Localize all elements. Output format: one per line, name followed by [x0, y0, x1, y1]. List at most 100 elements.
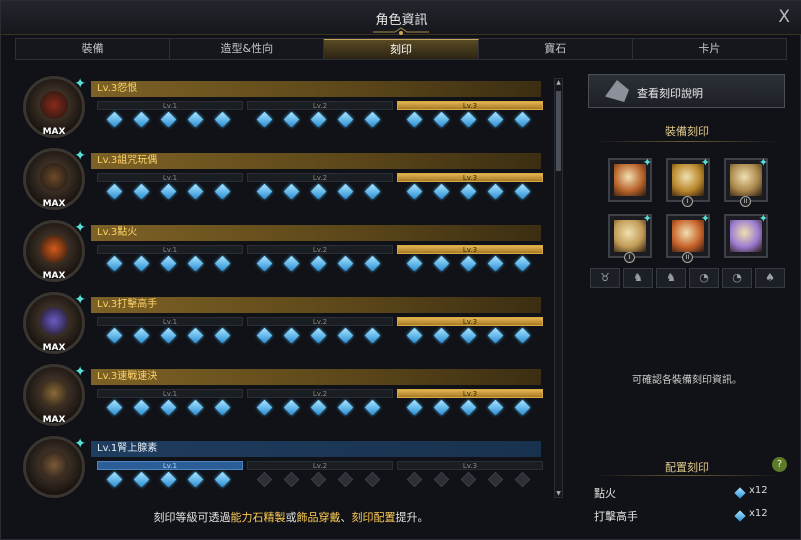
sparkle-icon: ✦ — [74, 292, 86, 308]
equip-slot[interactable]: ✦ — [724, 212, 768, 258]
sparkle-icon: ✦ — [74, 220, 86, 236]
node-gem-icon — [106, 399, 123, 416]
equip-slot[interactable]: ✦ II — [666, 212, 710, 263]
scroll-up-icon[interactable]: ▲ — [555, 79, 562, 86]
node-gem-icon — [364, 183, 381, 200]
node-gem-icon — [514, 327, 531, 344]
engraving-name: Lv.3詛咒玩偶 — [91, 153, 541, 169]
engraving-row[interactable]: ✦ MAX Lv.3打擊高手 Lv.1 Lv.2 Lv.3 — [21, 290, 555, 357]
node-gem-icon — [106, 327, 123, 344]
node-gem-icon — [433, 111, 450, 128]
sparkle-icon: ✦ — [700, 156, 710, 169]
max-badge: MAX — [42, 127, 66, 137]
footer-text: 或 — [285, 511, 297, 524]
node-gem-icon — [160, 327, 177, 344]
node-gem-icon — [514, 399, 531, 416]
ring-icon — [614, 220, 646, 252]
node-gem-icon — [337, 183, 354, 200]
node-gem-icon — [256, 111, 273, 128]
tab-appearance[interactable]: 造型&性向 — [170, 39, 325, 59]
node-gem-icon — [283, 471, 300, 488]
engraving-row[interactable]: ✦ MAX Lv.3怨恨 Lv.1 Lv.2 Lv.3 — [21, 74, 555, 141]
view-engraving-info-button[interactable]: 查看刻印說明 — [588, 74, 785, 108]
slot-number-badge: II — [740, 196, 751, 207]
node-gem-icon — [256, 255, 273, 272]
engraving-list: ✦ MAX Lv.3怨恨 Lv.1 Lv.2 Lv.3 ✦ MAX Lv.3詛咒玩偶 Lv.1 Lv… — [15, 71, 567, 501]
engraving-name: Lv.3怨恨 — [91, 81, 541, 97]
help-icon[interactable]: ? — [772, 457, 787, 472]
node-gem-icon — [460, 399, 477, 416]
level-bar: Lv.3 — [397, 317, 543, 326]
sparkle-icon: ✦ — [74, 436, 86, 452]
scroll-down-icon[interactable]: ▼ — [555, 490, 562, 497]
node-gem-icon — [364, 399, 381, 416]
equip-slot[interactable]: ✦ I — [608, 212, 652, 263]
slot-number-badge: I — [682, 196, 693, 207]
equip-slot[interactable]: ✦ II — [724, 156, 768, 207]
engraving-art-icon — [40, 307, 68, 335]
scroll-thumb[interactable] — [556, 91, 561, 171]
close-button[interactable]: X — [778, 7, 790, 27]
level-bar: Lv.3 — [397, 461, 543, 470]
equip-slot[interactable]: ✦ I — [666, 156, 710, 207]
level-bar: Lv.2 — [247, 317, 393, 326]
level-bar: Lv.1 — [97, 389, 243, 398]
slot-number-badge: II — [682, 252, 693, 263]
footer-highlight: 刻印配置 — [351, 511, 396, 524]
engraving-row[interactable]: ✦ MAX Lv.3詛咒玩偶 Lv.1 Lv.2 Lv.3 — [21, 146, 555, 213]
earring-icon — [730, 164, 762, 196]
ring-2-filter-icon[interactable]: ◔ — [722, 268, 752, 288]
node-gem-icon — [106, 183, 123, 200]
node-gem-icon — [160, 111, 177, 128]
node-gem-icon — [106, 471, 123, 488]
tab-gems[interactable]: 寶石 — [479, 39, 633, 59]
engraving-row[interactable]: ✦ MAX Lv.3點火 Lv.1 Lv.2 Lv.3 — [21, 218, 555, 285]
node-gem-icon — [364, 111, 381, 128]
equip-slot[interactable]: ✦ — [608, 156, 652, 202]
tab-equipment[interactable]: 裝備 — [16, 39, 171, 59]
engraving-portrait: ✦ MAX — [23, 220, 86, 282]
scrollbar[interactable]: ▲ ▼ — [554, 78, 563, 498]
tab-cards[interactable]: 卡片 — [633, 39, 786, 59]
node-gem-icon — [487, 399, 504, 416]
engraving-row[interactable]: ✦ Lv.1腎上腺素 Lv.1 Lv.2 Lv.3 — [21, 434, 555, 501]
node-gem-icon — [283, 327, 300, 344]
earring-2-filter-icon[interactable]: ♞ — [656, 268, 686, 288]
node-gem-icon — [487, 327, 504, 344]
node-gem-icon — [364, 327, 381, 344]
engraving-row[interactable]: ✦ MAX Lv.3速戰速決 Lv.1 Lv.2 Lv.3 — [21, 362, 555, 429]
level-bar: Lv.2 — [247, 245, 393, 254]
node-gem-icon — [310, 183, 327, 200]
node-gem-icon — [337, 327, 354, 344]
node-gem-icon — [187, 327, 204, 344]
engraving-name: Lv.3點火 — [91, 225, 541, 241]
node-gem-icon — [406, 255, 423, 272]
necklace-icon — [614, 164, 646, 196]
node-gem-icon — [514, 255, 531, 272]
node-gem-icon — [433, 327, 450, 344]
node-gem-icon — [187, 399, 204, 416]
node-gem-icon — [364, 471, 381, 488]
node-gem-icon — [133, 399, 150, 416]
node-gem-icon — [106, 255, 123, 272]
stone-filter-icon[interactable]: ♠ — [755, 268, 785, 288]
earring-1-filter-icon[interactable]: ♞ — [623, 268, 653, 288]
engraving-book-icon — [605, 80, 629, 102]
engraving-portrait: ✦ MAX — [23, 292, 86, 354]
node-gem-icon — [406, 111, 423, 128]
engraving-portrait: ✦ — [23, 436, 86, 498]
node-gem-icon — [187, 183, 204, 200]
engraving-portrait: ✦ MAX — [23, 148, 86, 210]
necklace-filter-icon[interactable]: ♉ — [590, 268, 620, 288]
tab-engraving[interactable]: 刻印 — [324, 39, 479, 59]
engraving-info-text: 可確認各裝備刻印資訊。 — [632, 375, 742, 386]
level-bar: Lv.3 — [397, 245, 543, 254]
node-gem-icon — [187, 471, 204, 488]
footer-text: 、 — [340, 511, 352, 524]
window-title: 角色資訊 — [375, 13, 428, 28]
node-gem-icon — [406, 471, 423, 488]
ring-1-filter-icon[interactable]: ◔ — [689, 268, 719, 288]
node-gem-icon — [337, 111, 354, 128]
earring-icon — [672, 164, 704, 196]
max-badge: MAX — [42, 271, 66, 281]
